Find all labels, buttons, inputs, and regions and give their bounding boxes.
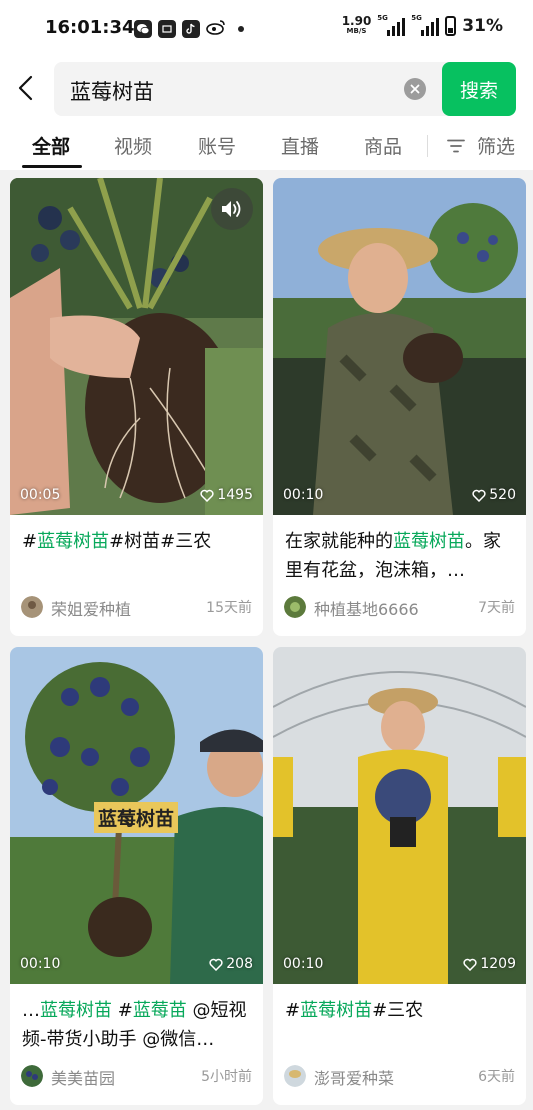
battery-percent: 31% bbox=[462, 16, 503, 36]
category-tabs: 全部 视频 账号 直播 商品 筛选 bbox=[0, 120, 533, 170]
like-count: 520 bbox=[472, 487, 516, 503]
video-duration: 00:10 bbox=[283, 487, 324, 503]
signal-label-2: 5G bbox=[411, 14, 422, 22]
video-duration: 00:05 bbox=[20, 487, 61, 503]
net-speed-value: 1.90 bbox=[341, 14, 372, 28]
network-speed: 1.90 MB/S bbox=[341, 14, 372, 36]
post-time: 7天前 bbox=[478, 600, 515, 616]
thumbnail-image bbox=[273, 647, 526, 984]
back-button[interactable] bbox=[10, 68, 42, 108]
title-keyword-highlight: 蓝莓树苗 bbox=[40, 1000, 112, 1021]
author-name[interactable]: 澎哥爱种菜 bbox=[314, 1065, 394, 1089]
video-title[interactable]: …蓝莓树苗 #蓝莓苗 @短视频-带货小助手 @微信… bbox=[10, 984, 263, 1054]
filter-icon bbox=[447, 139, 465, 152]
author-name[interactable]: 种植基地6666 bbox=[314, 596, 419, 620]
video-card[interactable]: 00:10 520 在家就能种的蓝莓树苗。家里有花盆，泡沫箱，… 种植基地666… bbox=[273, 178, 526, 636]
title-keyword-highlight: 蓝莓树苗 bbox=[393, 531, 465, 552]
post-time: 5小时前 bbox=[201, 1069, 252, 1085]
tiktok-icon bbox=[182, 20, 200, 38]
search-header: 蓝莓树苗 搜索 bbox=[0, 58, 533, 120]
author-name[interactable]: 美美苗园 bbox=[51, 1065, 115, 1089]
like-count: 1495 bbox=[200, 487, 253, 503]
more-notifications-dot bbox=[238, 26, 244, 32]
weibo-icon bbox=[206, 19, 226, 39]
post-time: 6天前 bbox=[478, 1069, 515, 1085]
author-name[interactable]: 荣姐爱种植 bbox=[51, 596, 131, 620]
title-text: #三农 bbox=[372, 1000, 424, 1021]
video-duration: 00:10 bbox=[20, 956, 61, 972]
filter-button[interactable]: 筛选 bbox=[447, 132, 515, 159]
heart-icon bbox=[209, 958, 223, 971]
video-thumbnail[interactable]: 00:10 1209 bbox=[273, 647, 526, 984]
heart-icon bbox=[200, 489, 214, 502]
video-title[interactable]: #蓝莓树苗#三农 bbox=[273, 984, 526, 1054]
post-time: 15天前 bbox=[206, 600, 252, 616]
title-keyword-highlight: 蓝莓树苗 bbox=[300, 1000, 373, 1021]
avatar[interactable] bbox=[21, 596, 43, 618]
close-icon bbox=[410, 84, 420, 94]
tab-live[interactable]: 直播 bbox=[281, 132, 319, 159]
title-text: 在家就能种的 bbox=[285, 531, 393, 552]
chevron-left-icon bbox=[18, 75, 33, 101]
card-meta: 荣姐爱种植 15天前 bbox=[10, 585, 263, 634]
card-meta: 美美苗园 5小时前 bbox=[10, 1054, 263, 1103]
signal-icon-2: 5G bbox=[411, 14, 440, 36]
video-thumbnail[interactable]: 蓝莓树苗 00:10 208 bbox=[10, 647, 263, 984]
title-text: # bbox=[285, 1000, 301, 1021]
mute-button[interactable] bbox=[211, 188, 253, 230]
like-count-value: 1495 bbox=[217, 487, 253, 503]
title-text: # bbox=[112, 1000, 133, 1021]
tab-divider bbox=[427, 135, 428, 157]
card-meta: 澎哥爱种菜 6天前 bbox=[273, 1054, 526, 1103]
tab-video[interactable]: 视频 bbox=[114, 132, 152, 159]
net-speed-unit: MB/S bbox=[346, 27, 367, 35]
active-tab-indicator bbox=[22, 165, 82, 168]
like-count-value: 1209 bbox=[480, 956, 516, 972]
battery-icon bbox=[445, 16, 457, 36]
wechat-icon bbox=[134, 20, 152, 38]
search-input[interactable]: 蓝莓树苗 搜索 bbox=[54, 62, 516, 116]
search-button[interactable]: 搜索 bbox=[442, 62, 516, 116]
card-meta: 种植基地6666 7天前 bbox=[273, 585, 526, 634]
video-card[interactable]: 蓝莓树苗 00:10 208 …蓝莓树苗 #蓝莓苗 @短视频-带货小助手 @微信… bbox=[10, 647, 263, 1105]
avatar[interactable] bbox=[21, 1065, 43, 1087]
clear-button[interactable] bbox=[404, 78, 426, 100]
notification-icons bbox=[134, 19, 244, 39]
video-title[interactable]: 在家就能种的蓝莓树苗。家里有花盆，泡沫箱，… bbox=[273, 515, 526, 585]
title-keyword-highlight: 蓝莓苗 bbox=[132, 1000, 187, 1021]
filter-label: 筛选 bbox=[477, 136, 516, 158]
video-caption-text: 蓝莓树苗 bbox=[94, 802, 179, 833]
video-card[interactable]: 00:10 1209 #蓝莓树苗#三农 澎哥爱种菜 6天前 bbox=[273, 647, 526, 1105]
thumbnail-image bbox=[273, 178, 526, 515]
soul-icon bbox=[158, 20, 176, 38]
status-time: 16:01:34 bbox=[45, 17, 135, 38]
tab-products[interactable]: 商品 bbox=[364, 132, 402, 159]
tab-account[interactable]: 账号 bbox=[198, 132, 236, 159]
like-count-value: 520 bbox=[489, 487, 516, 503]
heart-icon bbox=[463, 958, 477, 971]
search-query: 蓝莓树苗 bbox=[70, 80, 154, 104]
video-title[interactable]: #蓝莓树苗#树苗#三农 bbox=[10, 515, 263, 585]
heart-icon bbox=[472, 489, 486, 502]
title-text: … bbox=[22, 1000, 40, 1021]
title-keyword-highlight: 蓝莓树苗 bbox=[37, 531, 110, 552]
signal-icon: 5G bbox=[377, 14, 406, 36]
video-duration: 00:10 bbox=[283, 956, 324, 972]
avatar[interactable] bbox=[284, 1065, 306, 1087]
title-text: #树苗#三农 bbox=[109, 531, 212, 552]
signal-label: 5G bbox=[377, 14, 388, 22]
like-count: 1209 bbox=[463, 956, 516, 972]
speaker-icon bbox=[222, 201, 241, 217]
avatar[interactable] bbox=[284, 596, 306, 618]
system-indicators: 1.90 MB/S 5G 5G 31% bbox=[341, 14, 503, 36]
title-text: # bbox=[22, 531, 38, 552]
like-count: 208 bbox=[209, 956, 253, 972]
like-count-value: 208 bbox=[226, 956, 253, 972]
status-bar: 16:01:34 1.90 MB/S 5G 5G 31% bbox=[0, 0, 533, 58]
video-card[interactable]: 00:05 1495 #蓝莓树苗#树苗#三农 荣姐爱种植 15天前 bbox=[10, 178, 263, 636]
video-thumbnail[interactable]: 00:05 1495 bbox=[10, 178, 263, 515]
tab-all[interactable]: 全部 bbox=[32, 132, 70, 159]
video-thumbnail[interactable]: 00:10 520 bbox=[273, 178, 526, 515]
